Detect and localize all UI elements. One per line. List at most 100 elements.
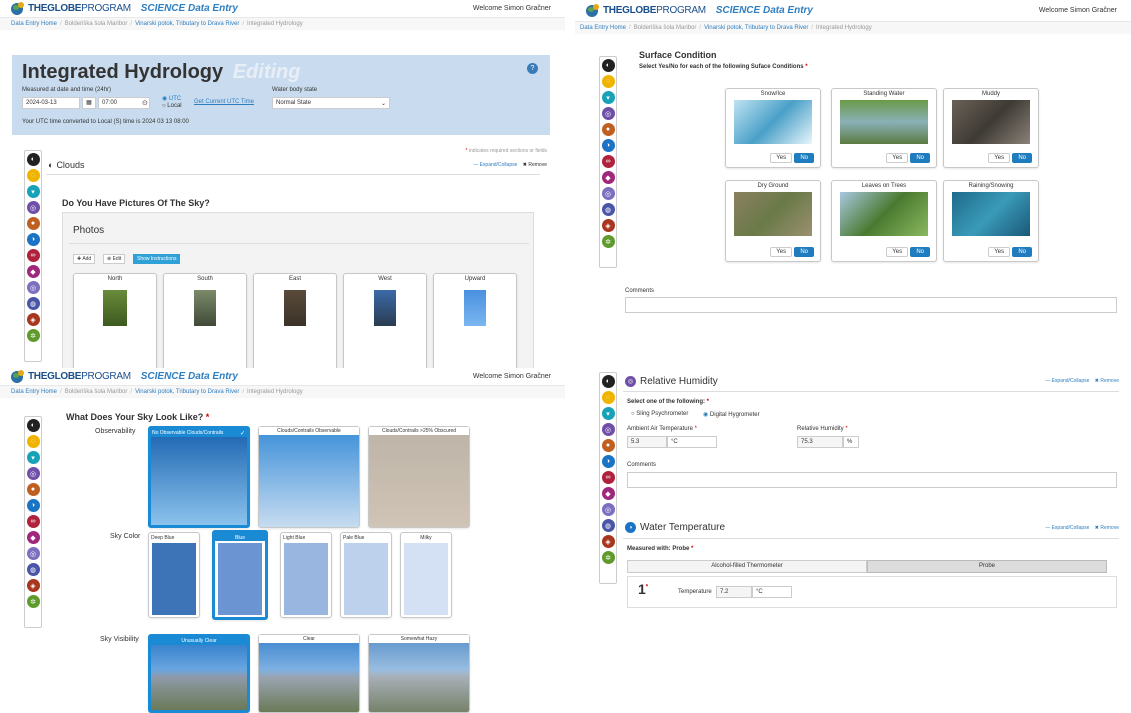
utc-radio[interactable]: ◉ UTC — [162, 95, 181, 102]
sun-nav-icon[interactable]: ◌ — [601, 391, 615, 404]
clouds-nav-icon[interactable]: ◐ — [601, 375, 615, 388]
snow-ice-no-button[interactable]: No — [794, 153, 814, 163]
brand-logo[interactable]: THEGLOBEPROGRAM — [28, 371, 131, 382]
welcome-user[interactable]: Welcome Simon Gračner — [1039, 7, 1117, 14]
clouds-nav-icon[interactable]: ◐ — [601, 59, 615, 72]
navy-nav-icon[interactable]: ◍ — [601, 519, 615, 532]
tab-probe[interactable]: Probe — [867, 560, 1107, 573]
humidity-nav-icon[interactable]: ◎ — [601, 107, 615, 120]
breadcrumb-river[interactable]: Vinarski potok, Tributary to Drava River — [704, 25, 808, 31]
local-radio[interactable]: ○ Local — [162, 103, 182, 109]
dry-ground-no-button[interactable]: No — [794, 247, 814, 257]
muddy-yes-button[interactable]: Yes — [988, 153, 1011, 163]
vis-card-unusually-clear[interactable]: Unusually Clear — [148, 634, 250, 713]
calendar-icon[interactable]: ▦ — [82, 97, 96, 109]
leaves-no-button[interactable]: No — [910, 247, 930, 257]
color-card-pale-blue[interactable]: Pale Blue — [340, 532, 392, 618]
sun-nav-icon[interactable]: ◌ — [601, 75, 615, 88]
color-card-light-blue[interactable]: Light Blue — [280, 532, 332, 618]
edit-photo-button[interactable]: ⊕ Edit — [103, 254, 126, 264]
thermo-nav-icon[interactable]: ◑ — [601, 139, 615, 152]
purple-nav-icon[interactable]: ◆ — [601, 171, 615, 184]
orange-nav-icon[interactable]: ● — [26, 483, 40, 496]
drop-nav-icon[interactable]: ▾ — [601, 407, 615, 420]
thermo-nav-icon[interactable]: ◑ — [26, 233, 40, 246]
lavender-nav-icon[interactable]: ◎ — [601, 503, 615, 516]
lavender-nav-icon[interactable]: ◎ — [26, 281, 40, 294]
breadcrumb-river[interactable]: Vinarski potok, Tributary to Drava River — [135, 389, 239, 395]
photo-card-south[interactable]: South — [163, 273, 247, 370]
brown-nav-icon[interactable]: ◈ — [26, 313, 40, 326]
show-instructions-button[interactable]: Show Instructions — [133, 254, 181, 264]
breadcrumb-site[interactable]: Bolderiška šola Maribor — [65, 389, 128, 395]
lavender-nav-icon[interactable]: ◎ — [26, 547, 40, 560]
clock-icon[interactable]: ⊙ — [142, 99, 148, 107]
breadcrumb-site[interactable]: Bolderiška šola Maribor — [65, 21, 128, 27]
sun-nav-icon[interactable]: ◌ — [26, 435, 40, 448]
brand-logo[interactable]: THEGLOBEPROGRAM — [603, 5, 706, 16]
clouds-nav-icon[interactable]: ◐ — [26, 153, 40, 166]
help-icon[interactable]: ? — [527, 63, 538, 74]
breadcrumb-home[interactable]: Data Entry Home — [11, 21, 57, 27]
orange-nav-icon[interactable]: ● — [601, 123, 615, 136]
green-nav-icon[interactable]: ✲ — [601, 551, 615, 564]
drop-nav-icon[interactable]: ▾ — [601, 91, 615, 104]
humidity-nav-icon[interactable]: ◎ — [601, 423, 615, 436]
snow-ice-yes-button[interactable]: Yes — [770, 153, 793, 163]
navy-nav-icon[interactable]: ◍ — [26, 297, 40, 310]
color-card-blue[interactable]: Blue — [212, 530, 268, 620]
red-nav-icon[interactable]: ∞ — [26, 249, 40, 262]
purple-nav-icon[interactable]: ◆ — [26, 531, 40, 544]
drop-nav-icon[interactable]: ▾ — [26, 451, 40, 464]
photo-card-east[interactable]: East — [253, 273, 337, 370]
navy-nav-icon[interactable]: ◍ — [601, 203, 615, 216]
add-photo-button[interactable]: ✚ Add — [73, 254, 96, 264]
thermo-nav-icon[interactable]: ◑ — [26, 499, 40, 512]
breadcrumb-home[interactable]: Data Entry Home — [580, 25, 626, 31]
temp-input[interactable]: 7.2 — [716, 586, 752, 598]
get-utc-link[interactable]: Get Current UTC Time — [194, 99, 254, 105]
expand-collapse-link[interactable]: — Expand/Collapse — [473, 162, 517, 168]
green-nav-icon[interactable]: ✲ — [601, 235, 615, 248]
red-nav-icon[interactable]: ∞ — [601, 155, 615, 168]
brown-nav-icon[interactable]: ◈ — [26, 579, 40, 592]
standing-water-no-button[interactable]: No — [910, 153, 930, 163]
orange-nav-icon[interactable]: ● — [601, 439, 615, 452]
muddy-no-button[interactable]: No — [1012, 153, 1032, 163]
purple-nav-icon[interactable]: ◆ — [601, 487, 615, 500]
clouds-nav-icon[interactable]: ◐ — [26, 419, 40, 432]
breadcrumb-home[interactable]: Data Entry Home — [11, 389, 57, 395]
breadcrumb-site[interactable]: Bolderiška šola Maribor — [634, 25, 697, 31]
orange-nav-icon[interactable]: ● — [26, 217, 40, 230]
red-nav-icon[interactable]: ∞ — [26, 515, 40, 528]
remove-link[interactable]: ✖ Remove — [1095, 525, 1119, 531]
water-body-select[interactable]: Normal State ⌄ — [272, 97, 390, 109]
rh-input[interactable]: 75.3 — [797, 436, 843, 448]
sling-radio[interactable]: ○ Sling Psychrometer — [631, 411, 688, 417]
lavender-nav-icon[interactable]: ◎ — [601, 187, 615, 200]
navy-nav-icon[interactable]: ◍ — [26, 563, 40, 576]
brand-logo[interactable]: THEGLOBEPROGRAM — [28, 3, 131, 14]
standing-water-yes-button[interactable]: Yes — [886, 153, 909, 163]
tab-alcohol-thermometer[interactable]: Alcohol-filled Thermometer — [627, 560, 867, 573]
vis-card-clear[interactable]: Clear — [258, 634, 360, 713]
remove-link[interactable]: ✖ Remove — [523, 162, 547, 168]
remove-link[interactable]: ✖ Remove — [1095, 378, 1119, 384]
purple-nav-icon[interactable]: ◆ — [26, 265, 40, 278]
drop-nav-icon[interactable]: ▾ — [26, 185, 40, 198]
obs-card-observable[interactable]: Clouds/Contrails Observable — [258, 426, 360, 528]
date-input[interactable]: 2024-03-13 — [22, 97, 80, 109]
leaves-yes-button[interactable]: Yes — [886, 247, 909, 257]
expand-collapse-link[interactable]: — Expand/Collapse — [1045, 525, 1089, 531]
air-temp-input[interactable]: 5.3 — [627, 436, 667, 448]
green-nav-icon[interactable]: ✲ — [26, 329, 40, 342]
surface-comments-input[interactable] — [625, 297, 1117, 313]
green-nav-icon[interactable]: ✲ — [26, 595, 40, 608]
breadcrumb-river[interactable]: Vinarski potok, Tributary to Drava River — [135, 21, 239, 27]
raining-yes-button[interactable]: Yes — [988, 247, 1011, 257]
color-card-milky[interactable]: Milky — [400, 532, 452, 618]
humidity-comments-input[interactable] — [627, 472, 1117, 488]
vis-card-somewhat-hazy[interactable]: Somewhat Hazy — [368, 634, 470, 713]
welcome-user[interactable]: Welcome Simon Gračner — [473, 5, 551, 12]
humidity-nav-icon[interactable]: ◎ — [26, 201, 40, 214]
